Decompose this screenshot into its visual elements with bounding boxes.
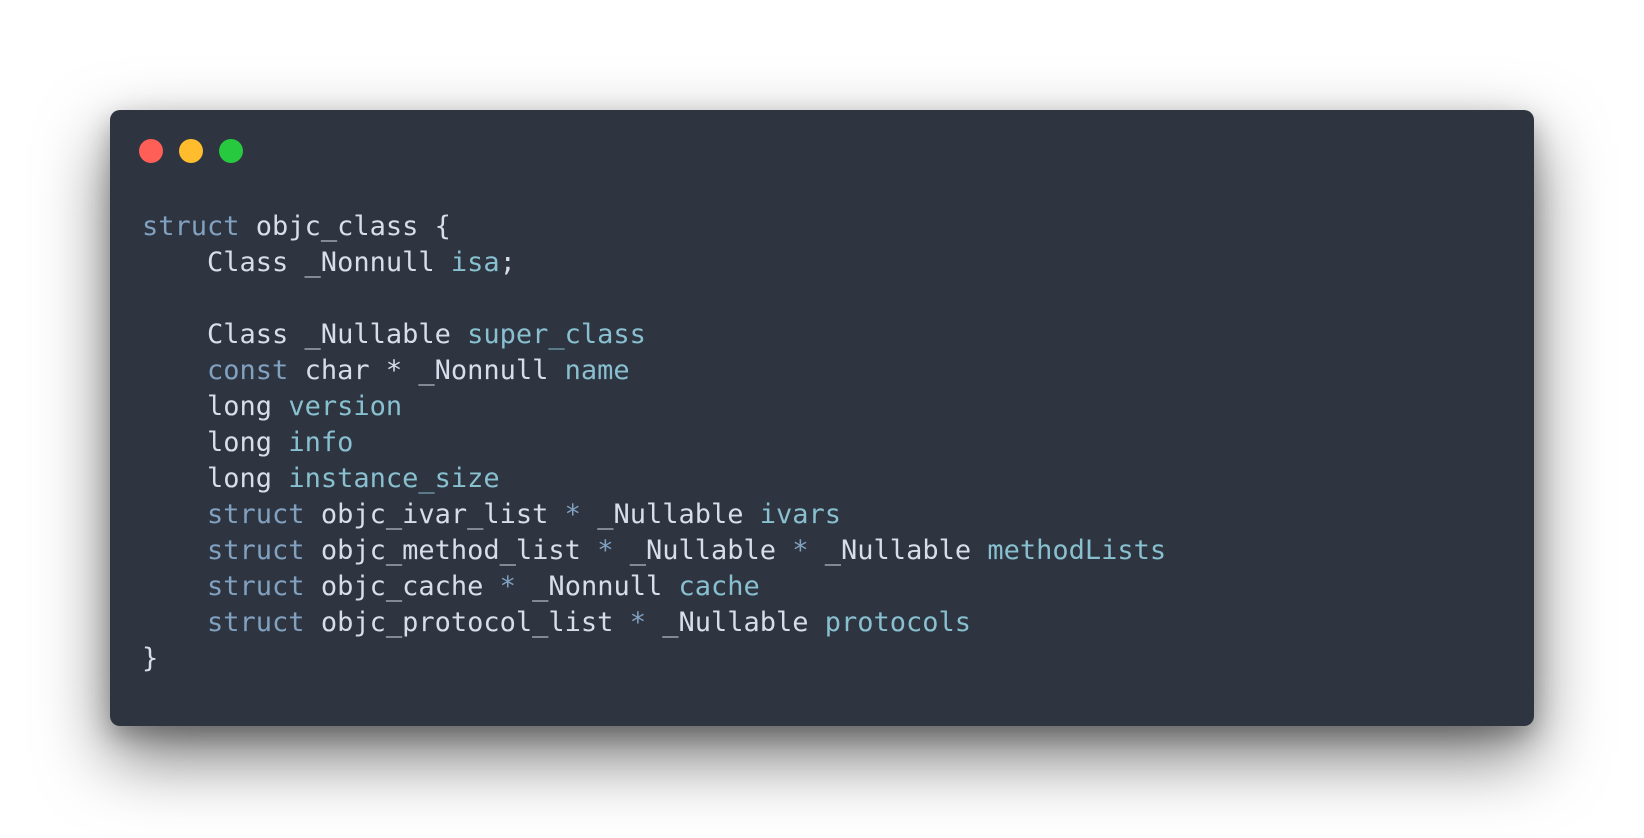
code-window: struct objc_class { Class _Nonnull isa; …: [110, 110, 1534, 726]
code-operator: *: [597, 535, 614, 566]
code-keyword: struct: [207, 571, 305, 602]
code-keyword: const: [207, 355, 289, 386]
code-identifier: info: [288, 427, 354, 458]
code-text: objc_protocol_list: [304, 607, 630, 638]
code-text: Class _Nullable: [142, 319, 468, 350]
code-identifier: ivars: [759, 499, 842, 530]
code-text: objc_ivar_list: [304, 499, 565, 530]
code-line: struct objc_ivar_list * _Nullable ivars: [142, 497, 1166, 533]
zoom-button[interactable]: [219, 139, 243, 163]
code-line: struct objc_class {: [142, 209, 1166, 245]
code-line: struct objc_cache * _Nonnull cache: [142, 569, 1166, 605]
code-identifier: protocols: [824, 607, 972, 638]
code-identifier: isa: [450, 247, 500, 278]
code-line: Class _Nullable super_class: [142, 317, 1166, 353]
code-text: ;: [499, 247, 516, 278]
code-identifier: cache: [678, 571, 760, 602]
code-text: }: [142, 643, 159, 674]
code-text: _Nullable: [808, 535, 988, 566]
code-line: long version: [142, 389, 1166, 425]
minimize-button[interactable]: [179, 139, 203, 163]
code-operator: *: [564, 499, 581, 530]
code-text: _Nullable: [580, 499, 760, 530]
code-identifier: super_class: [467, 319, 646, 350]
code-line: struct objc_method_list * _Nullable * _N…: [142, 533, 1166, 569]
code-keyword: struct: [207, 607, 305, 638]
code-keyword: struct: [142, 211, 240, 242]
code-line: struct objc_protocol_list * _Nullable pr…: [142, 605, 1166, 641]
code-line: long info: [142, 425, 1166, 461]
code-identifier: instance_size: [288, 463, 500, 494]
code-text: long: [142, 391, 289, 422]
code-keyword: struct: [207, 535, 305, 566]
code-operator: *: [792, 535, 809, 566]
code-text: long: [142, 463, 289, 494]
code-line: Class _Nonnull isa;: [142, 245, 1166, 281]
code-block: struct objc_class { Class _Nonnull isa; …: [142, 209, 1166, 677]
code-text: Class _Nonnull: [142, 247, 451, 278]
code-text: _Nonnull: [515, 571, 679, 602]
code-keyword: struct: [207, 499, 305, 530]
code-line: }: [142, 641, 1166, 677]
code-text: objc_cache: [304, 571, 500, 602]
code-line: const char * _Nonnull name: [142, 353, 1166, 389]
code-text: char * _Nonnull: [288, 355, 565, 386]
code-line: long instance_size: [142, 461, 1166, 497]
code-identifier: name: [564, 355, 630, 386]
code-text: objc_class {: [239, 211, 451, 242]
code-identifier: methodLists: [987, 535, 1167, 566]
screenshot-stage: struct objc_class { Class _Nonnull isa; …: [0, 0, 1644, 838]
code-text: objc_method_list: [304, 535, 598, 566]
code-operator: *: [629, 607, 646, 638]
close-button[interactable]: [139, 139, 163, 163]
code-text: long: [142, 427, 289, 458]
code-identifier: version: [288, 391, 403, 422]
code-text: _Nullable: [613, 535, 793, 566]
code-text: _Nullable: [645, 607, 825, 638]
code-operator: *: [499, 571, 516, 602]
window-controls: [139, 139, 243, 163]
